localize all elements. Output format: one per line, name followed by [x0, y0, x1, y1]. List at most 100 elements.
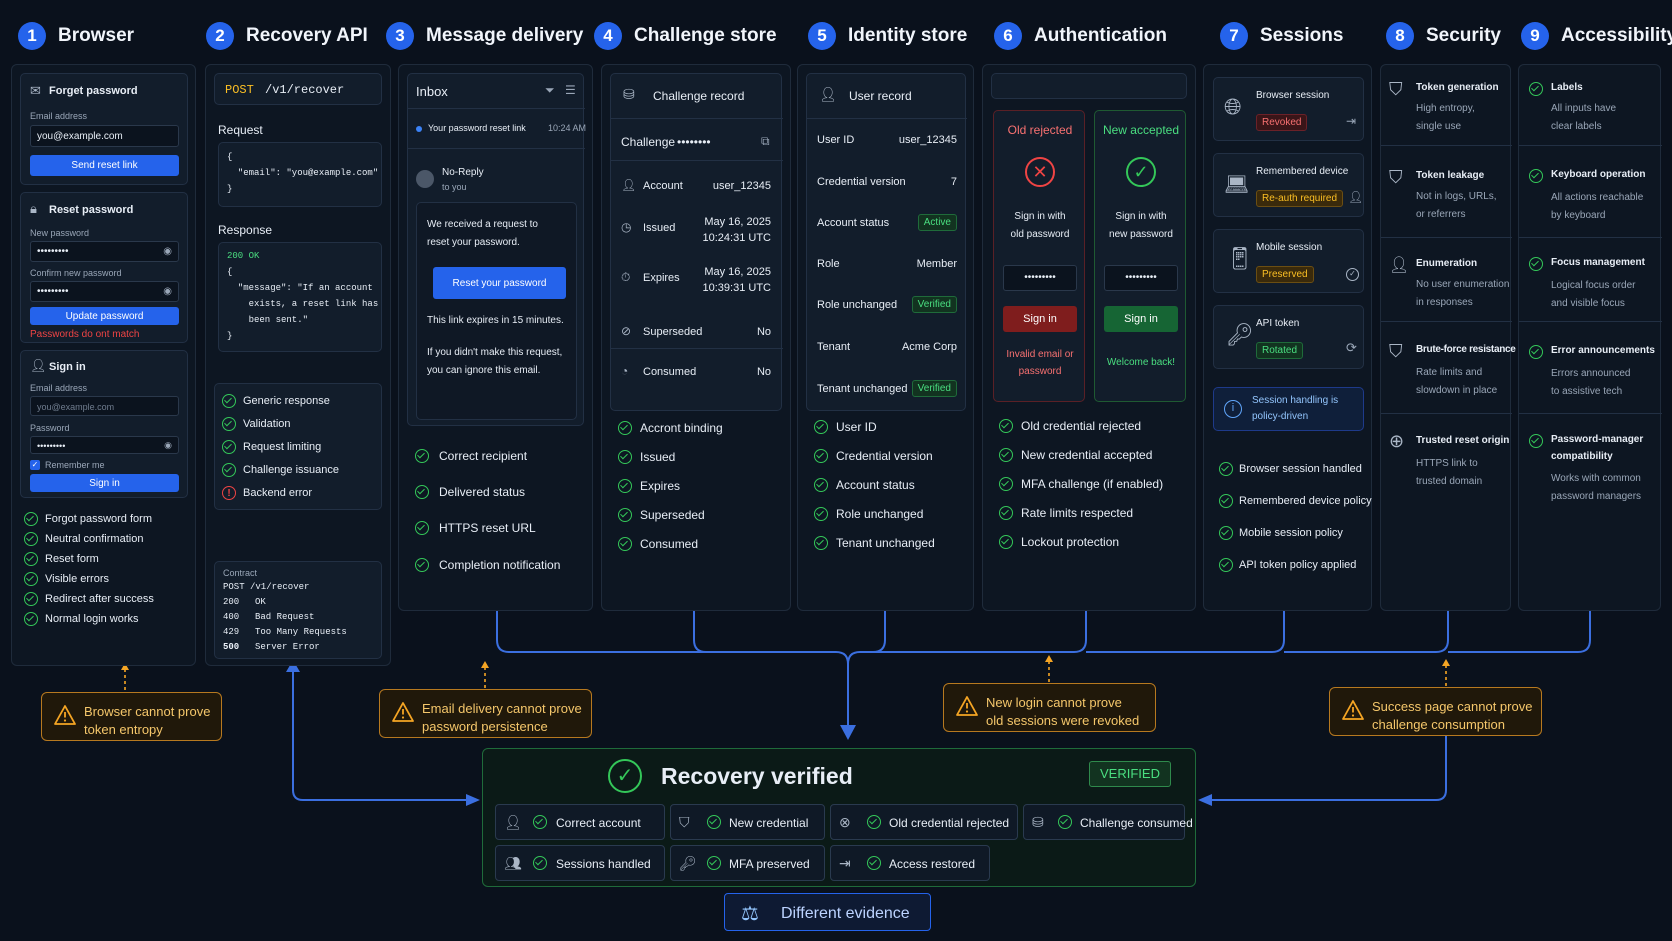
- check-item: Challenge issuance: [243, 464, 340, 476]
- check-icon: [999, 477, 1013, 491]
- remember-me-checkbox[interactable]: ✓: [30, 460, 40, 470]
- check-item: Superseded: [640, 508, 705, 522]
- check-item: Reset form: [45, 553, 99, 565]
- card-title: Sign in: [49, 361, 86, 373]
- warning-browser: Browser cannot prove token entropy: [41, 692, 222, 741]
- challenge-label: Challenge: [621, 135, 676, 149]
- email-subject[interactable]: Your password reset link: [428, 123, 526, 134]
- consumed-icon: ◔: [621, 364, 629, 378]
- a11y-item-title: Password-manager: [1551, 434, 1644, 445]
- check-item: Neutral confirmation: [45, 533, 144, 545]
- check-icon: [222, 417, 236, 431]
- check-icon: [1529, 345, 1543, 359]
- password-input[interactable]: ••••••••• ◉: [30, 436, 179, 454]
- check-icon: [618, 450, 632, 464]
- browser-checks: Forgot password form Neutral confirmatio…: [20, 505, 188, 659]
- check-item: Tenant unchanged: [836, 536, 935, 550]
- reset-your-password-button[interactable]: Reset your password: [433, 267, 566, 299]
- check-icon: [814, 449, 828, 463]
- logout-icon[interactable]: ⇥: [1346, 114, 1356, 128]
- check-item: Expires: [640, 479, 681, 493]
- check-item: MFA challenge (if enabled): [1021, 477, 1164, 491]
- check-icon: [222, 463, 236, 477]
- check-icon: [222, 394, 236, 408]
- endpoint-bar: POST /v1/recover: [214, 73, 382, 105]
- error-message: Invalid email or: [1006, 349, 1074, 360]
- list-icon[interactable]: ☰: [565, 83, 576, 97]
- check-icon: [222, 440, 236, 454]
- check-item: Role unchanged: [836, 507, 924, 521]
- check-item: Lockout protection: [1021, 535, 1120, 549]
- check-icon: [618, 508, 632, 522]
- password-mismatch-error: Passwords do ont match: [30, 329, 140, 340]
- confirm-password-label: Confirm new password: [30, 268, 122, 278]
- new-password-input[interactable]: ••••••••• ◉: [30, 241, 179, 262]
- check-icon: [415, 485, 429, 499]
- copy-icon[interactable]: ⧉: [761, 134, 770, 148]
- mail-icon: ✉: [30, 83, 41, 98]
- email-input[interactable]: you@example.com: [30, 125, 179, 147]
- filter-icon[interactable]: ⏷: [545, 83, 555, 97]
- check-icon: [415, 521, 429, 535]
- check-item: Credential version: [836, 449, 933, 463]
- check-item: API token policy applied: [1239, 559, 1357, 571]
- forgot-password-card: ✉ Forget password Email address you@exam…: [20, 73, 188, 185]
- a11y-item-title: Focus management: [1551, 257, 1645, 268]
- x-circle-icon: ⊗: [839, 814, 851, 830]
- card-title: Challenge record: [653, 89, 745, 103]
- check-icon: [533, 856, 547, 870]
- warning-icon: [956, 696, 978, 716]
- check-item: Delivered status: [439, 485, 526, 499]
- new-password-input[interactable]: •••••••••: [1104, 265, 1178, 291]
- check-icon: [707, 856, 721, 870]
- check-circle-icon: ✓: [1126, 157, 1156, 187]
- browser-column: ✉ Forget password Email address you@exam…: [11, 64, 196, 666]
- info-icon: i: [1224, 400, 1242, 418]
- check-icon: [867, 815, 881, 829]
- check-icon: [1219, 558, 1233, 572]
- email-recipient: to you: [442, 182, 467, 192]
- old-rejected-panel: Old rejected ✕ Sign in with old password…: [993, 110, 1085, 402]
- email-label: Email address: [30, 111, 88, 121]
- users-icon: 👥︎: [504, 855, 522, 871]
- security-item-title: Token generation: [1416, 82, 1499, 93]
- identity-store-column: 👤︎ User record User ID user_12345 Credent…: [797, 64, 974, 611]
- status-badge: Re-auth required: [1256, 190, 1344, 207]
- eye-icon[interactable]: ◉: [164, 440, 172, 451]
- verified-badge: VERIFIED: [1089, 761, 1171, 787]
- check-item: Generic response: [243, 395, 330, 407]
- check-icon: [999, 535, 1013, 549]
- security-item-title: Enumeration: [1416, 258, 1478, 269]
- key-icon: 🔑︎: [679, 855, 697, 871]
- eye-icon[interactable]: ◉: [163, 286, 172, 298]
- recovery-verified-panel: ✓ Recovery verified VERIFIED 👤︎ Correct a…: [482, 748, 1196, 887]
- check-icon: [24, 572, 38, 586]
- check-item: Issued: [640, 450, 676, 464]
- verified-item: ⊗ Old credential rejected: [830, 804, 1018, 840]
- recovery-api-column: POST /v1/recover Request { "email": "you…: [205, 64, 391, 666]
- rotate-icon: ⟳: [1346, 340, 1357, 355]
- check-icon: [814, 536, 828, 550]
- old-password-input[interactable]: •••••••••: [1003, 265, 1077, 291]
- send-reset-link-button[interactable]: Send reset link: [30, 155, 179, 176]
- eye-icon[interactable]: ◉: [163, 246, 172, 258]
- sign-in-button[interactable]: Sign in: [30, 474, 179, 492]
- confirm-password-input[interactable]: ••••••••• ◉: [30, 281, 179, 302]
- session-mobile: 📱︎ Mobile session Preserved ✓: [1213, 229, 1364, 293]
- check-icon: [999, 448, 1013, 462]
- response-status: 200 OK: [227, 251, 260, 261]
- check-icon: [1529, 82, 1543, 96]
- user-icon: 👤︎: [1348, 190, 1364, 204]
- sign-in-old-button[interactable]: Sign in: [1003, 306, 1077, 332]
- verified-badge: Verified: [911, 296, 957, 313]
- email-input[interactable]: you@example.com: [30, 396, 179, 416]
- check-item: Accront binding: [640, 421, 723, 435]
- check-icon: [533, 815, 547, 829]
- sign-in-new-button[interactable]: Sign in: [1104, 306, 1178, 332]
- a11y-item-title: Error announcements: [1551, 345, 1655, 356]
- verified-item: ⛁ Challenge consumed: [1023, 804, 1193, 840]
- update-password-button[interactable]: Update password: [30, 307, 179, 325]
- warning-success-page: Success page cannot prove challenge consu…: [1329, 687, 1542, 736]
- user-record-card: 👤︎ User record User ID user_12345 Credent…: [806, 73, 967, 411]
- phone-icon: 📱︎: [1226, 246, 1254, 271]
